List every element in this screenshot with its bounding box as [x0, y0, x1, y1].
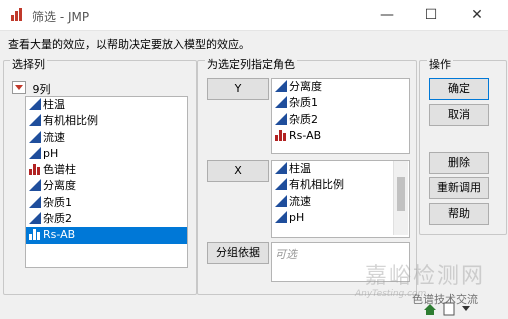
- x-role-button[interactable]: X: [207, 160, 269, 182]
- y-role-item-label: 杂质1: [289, 96, 318, 110]
- x-list-scrollbar[interactable]: [393, 161, 408, 235]
- x-role-item[interactable]: pH: [272, 210, 409, 226]
- y-role-button[interactable]: Y: [207, 78, 269, 100]
- column-list-item[interactable]: 柱温: [26, 97, 187, 113]
- y-role-item-label: 杂质2: [289, 112, 318, 126]
- cancel-button[interactable]: 取消: [429, 104, 489, 126]
- continuous-column-icon: [275, 112, 287, 125]
- remove-button[interactable]: 删除: [429, 152, 489, 174]
- column-list-item-label: 有机相比例: [43, 114, 98, 128]
- continuous-column-icon: [29, 146, 41, 159]
- continuous-column-icon: [29, 212, 41, 225]
- continuous-column-icon: [29, 195, 41, 208]
- recall-button[interactable]: 重新调用: [429, 177, 489, 199]
- continuous-column-icon: [275, 210, 287, 223]
- nominal-column-icon: [275, 129, 287, 141]
- x-role-item-label: 有机相比例: [289, 178, 344, 192]
- x-role-item-label: 柱温: [289, 162, 311, 175]
- watermark-text: 嘉峪检测网: [365, 264, 486, 289]
- jmp-app-icon: [10, 8, 24, 22]
- y-role-item[interactable]: 杂质2: [272, 112, 409, 128]
- column-list-item-label: 柱温: [43, 98, 65, 111]
- nominal-column-icon: [29, 163, 41, 176]
- column-list-item[interactable]: 流速: [26, 130, 187, 146]
- column-list-item[interactable]: 分离度: [26, 178, 187, 194]
- column-list-item-label: Rs-AB: [43, 228, 76, 242]
- column-count-label: 9列: [32, 83, 51, 96]
- assign-roles-title: 为选定列指定角色: [205, 56, 297, 72]
- x-role-item[interactable]: 柱温: [272, 161, 409, 177]
- column-list-item-label: 色谱柱: [43, 163, 76, 177]
- x-role-item[interactable]: 有机相比例: [272, 177, 409, 193]
- select-columns-title: 选择列: [10, 56, 47, 72]
- continuous-column-icon: [275, 162, 287, 174]
- continuous-column-icon: [29, 130, 41, 143]
- ok-button[interactable]: 确定: [429, 78, 489, 100]
- column-list-item-label: 杂质1: [43, 195, 72, 209]
- continuous-column-icon: [29, 114, 41, 127]
- column-list-item[interactable]: Rs-AB: [26, 227, 187, 244]
- actions-title: 操作: [427, 56, 453, 72]
- continuous-column-icon: [29, 179, 41, 192]
- dialog-description: 查看大量的效应，以帮助决定要放入模型的效应。: [8, 38, 250, 51]
- window-title: 筛选 - JMP: [32, 10, 90, 24]
- y-role-list[interactable]: 分离度杂质1 杂质2 Rs-AB: [271, 78, 410, 154]
- y-role-item-label: 分离度: [289, 80, 322, 93]
- continuous-column-icon: [275, 80, 287, 92]
- group-by-button[interactable]: 分组依据: [207, 242, 269, 264]
- x-role-item-label: pH: [289, 210, 305, 224]
- column-list-item-label: pH: [43, 146, 59, 160]
- help-button[interactable]: 帮助: [429, 203, 489, 225]
- x-role-item[interactable]: 流速: [272, 194, 409, 210]
- column-list[interactable]: 柱温有机相比例流速 pH 色谱柱分离度杂质1 杂质2 Rs-AB: [25, 96, 188, 268]
- disclosure-triangle-icon: [12, 81, 26, 94]
- column-list-item[interactable]: 杂质2: [26, 211, 187, 227]
- nominal-column-icon: [29, 228, 41, 241]
- continuous-column-icon: [275, 96, 287, 109]
- y-role-item[interactable]: 分离度: [272, 79, 409, 95]
- continuous-column-icon: [275, 178, 287, 191]
- y-role-item-label: Rs-AB: [289, 128, 322, 142]
- maximize-button[interactable]: ☐: [416, 4, 446, 26]
- status-icons: [422, 300, 502, 316]
- x-role-list[interactable]: 柱温有机相比例流速 pH: [271, 160, 410, 238]
- columns-disclosure[interactable]: 9列: [12, 81, 51, 97]
- column-list-item[interactable]: 杂质1: [26, 195, 187, 211]
- column-list-item[interactable]: 有机相比例: [26, 113, 187, 129]
- title-bar: 筛选 - JMP — ☐ ✕: [0, 0, 508, 31]
- close-button[interactable]: ✕: [462, 4, 492, 26]
- minimize-button[interactable]: —: [372, 4, 402, 26]
- y-role-item[interactable]: Rs-AB: [272, 128, 409, 144]
- column-list-item-label: 分离度: [43, 179, 76, 193]
- column-list-item-label: 杂质2: [43, 212, 72, 226]
- continuous-column-icon: [275, 194, 287, 207]
- column-list-item[interactable]: pH: [26, 146, 187, 162]
- continuous-column-icon: [29, 98, 41, 110]
- column-list-item[interactable]: 色谱柱: [26, 162, 187, 178]
- y-role-item[interactable]: 杂质1: [272, 95, 409, 111]
- column-list-item-label: 流速: [43, 130, 65, 144]
- x-role-item-label: 流速: [289, 194, 311, 208]
- x-list-scroll-thumb[interactable]: [397, 177, 405, 211]
